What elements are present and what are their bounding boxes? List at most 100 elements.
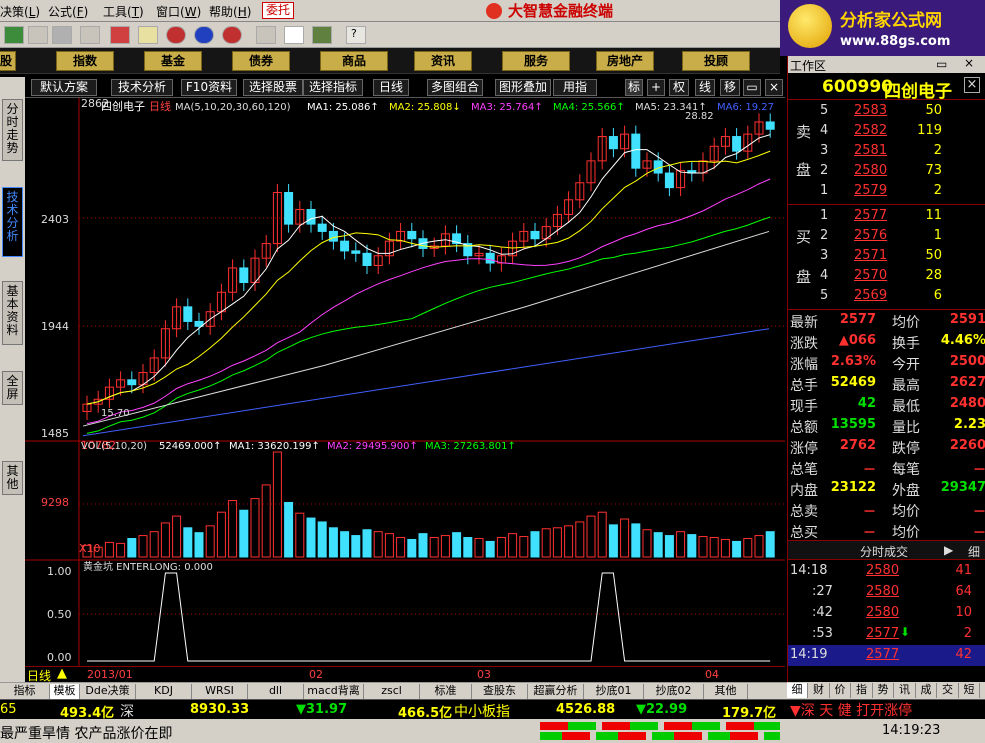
crosshair-icon[interactable]: + (647, 79, 665, 96)
ask-row[interactable]: 5 2583 50 (788, 103, 985, 123)
right-tab[interactable]: 讯 (895, 683, 916, 698)
tab-select-stock[interactable]: 选择股票 (243, 79, 303, 96)
right-tab[interactable]: 细 (787, 683, 808, 698)
close-chart-icon[interactable]: × (765, 79, 783, 96)
menu-window[interactable]: 窗口(W) (156, 3, 201, 20)
nav-index[interactable]: 指数 (56, 51, 114, 71)
tab-multi-chart[interactable]: 多图组合 (427, 79, 483, 96)
stop-icon[interactable] (166, 26, 186, 44)
right-tab[interactable]: 短 (959, 683, 980, 698)
tab-mark[interactable]: 标 (625, 79, 643, 96)
right-tab[interactable]: 价 (830, 683, 851, 698)
tab-overlay[interactable]: 图形叠加 (495, 79, 551, 96)
bottom-tab[interactable]: 其他 (704, 684, 748, 699)
bottom-tab[interactable]: 模板 (50, 684, 80, 699)
bottom-tab[interactable]: zscl (364, 684, 420, 699)
nav-bond[interactable]: 债券 (232, 51, 290, 71)
bid-row[interactable]: 5 2569 6 (788, 288, 985, 308)
tick-row[interactable]: :53 2577 ⬇ 2 (788, 624, 985, 645)
flag-icon[interactable] (4, 26, 24, 44)
record-icon[interactable] (222, 26, 242, 44)
right-tab[interactable]: 成 (916, 683, 937, 698)
bottom-tab[interactable]: macd背离 (304, 684, 364, 699)
tab-daily[interactable]: 日线 (373, 79, 409, 96)
arrow-icon[interactable] (80, 26, 100, 44)
ask-row[interactable]: 1 2579 2 (788, 183, 985, 203)
tab-default-scheme[interactable]: 默认方案 (31, 79, 97, 96)
bottom-tab[interactable]: WRSI (192, 684, 248, 699)
tick-row[interactable]: :27 2580 64 (788, 582, 985, 603)
bottom-tab[interactable]: 抄底01 (584, 684, 644, 699)
bottom-tab[interactable]: 抄底02 (644, 684, 704, 699)
close-quote-icon[interactable]: × (964, 77, 980, 93)
tab-technical[interactable]: 技术分析 (2, 187, 23, 257)
tab-intraday[interactable]: 分时走势 (2, 99, 23, 161)
nav-service[interactable]: 服务 (502, 51, 570, 71)
trade-button[interactable]: 委托 (262, 2, 294, 19)
book-icon[interactable] (138, 26, 158, 44)
menu-help[interactable]: 帮助(H) (209, 3, 251, 20)
candle-body (530, 230, 540, 240)
bid-row[interactable]: 3 2571 50 (788, 248, 985, 268)
binoculars-icon[interactable] (52, 26, 72, 44)
check-icon[interactable] (110, 26, 130, 44)
tab-fullscreen[interactable]: 全屏 (2, 371, 23, 405)
stat-row: 涨跌 ▲066 换手 4.46% (788, 332, 985, 353)
nav-advisor[interactable]: 投顾 (682, 51, 750, 71)
bottom-tab[interactable]: 指标 (0, 684, 50, 699)
tick-row[interactable]: 14:19 2577 42 (788, 645, 985, 666)
tab-move[interactable]: 移 (720, 79, 740, 96)
play-icon[interactable]: ▶ (944, 543, 953, 557)
tab-indicator-use[interactable]: 用指 (553, 79, 597, 96)
bid-row[interactable]: 2 2576 1 (788, 228, 985, 248)
help-pointer-icon[interactable]: ? (346, 26, 366, 44)
library-icon[interactable] (312, 26, 332, 44)
right-tab[interactable]: 交 (938, 683, 959, 698)
tab-rights[interactable]: 权 (669, 79, 689, 96)
info-icon[interactable] (194, 26, 214, 44)
ask-row[interactable]: 4 2582 119 (788, 123, 985, 143)
nav-news[interactable]: 资讯 (414, 51, 472, 71)
tick-row[interactable]: :42 2580 10 (788, 603, 985, 624)
cards-icon[interactable] (28, 26, 48, 44)
status-change: ▼22.99 (636, 702, 688, 717)
menu-decision[interactable]: 决策(L) (0, 3, 40, 20)
bid-row[interactable]: 4 2570 28 (788, 268, 985, 288)
tab-line[interactable]: 线 (695, 79, 715, 96)
tab-other[interactable]: 其他 (2, 461, 23, 495)
table-icon[interactable] (284, 26, 304, 44)
tab-fundamentals[interactable]: 基本资料 (2, 281, 23, 345)
price: 2571 (854, 248, 888, 263)
tab-tech-analysis[interactable]: 技术分析 (111, 79, 173, 96)
news-headline[interactable]: 最严重旱情 农产品涨价在即 (0, 723, 172, 743)
kline-chart[interactable]: 2862 2403 1944 1485 四创电子 日线 MA(5,10,20,3… (25, 98, 785, 666)
tab-select-indicator[interactable]: 选择指标 (303, 79, 363, 96)
tab-f10[interactable]: F10资料 (181, 79, 237, 96)
close-icon[interactable]: × (964, 56, 974, 70)
right-tab[interactable]: 指 (852, 683, 873, 698)
bottom-tab[interactable]: 超赢分析 (528, 684, 584, 699)
bottom-tab[interactable]: Dde决策 (80, 684, 136, 699)
restore-icon[interactable]: ▭ (743, 79, 761, 96)
level: 4 (820, 123, 829, 138)
right-tab[interactable]: 势 (873, 683, 894, 698)
nav-realestate[interactable]: 房地产 (596, 51, 654, 71)
print-icon[interactable] (256, 26, 276, 44)
bottom-tab[interactable]: 标准 (420, 684, 472, 699)
minimize-icon[interactable]: ▭ (936, 57, 947, 71)
bottom-tab[interactable]: KDJ (136, 684, 192, 699)
ask-row[interactable]: 2 2580 73 (788, 163, 985, 183)
bottom-tab[interactable]: 查股东 (472, 684, 528, 699)
nav-stock[interactable]: 股 (0, 51, 16, 71)
bid-row[interactable]: 1 2577 11 (788, 208, 985, 228)
nav-fund[interactable]: 基金 (144, 51, 202, 71)
menu-formula[interactable]: 公式(F) (48, 3, 88, 20)
menu-tools[interactable]: 工具(T) (103, 3, 144, 20)
ticks-detail-tab[interactable]: 细 (968, 543, 980, 560)
bottom-tab[interactable]: dll (248, 684, 304, 699)
side-tabs: 分时走势 技术分析 基本资料 全屏 其他 (0, 77, 25, 683)
right-tab[interactable]: 财 (809, 683, 830, 698)
tick-row[interactable]: 14:18 2580 41 (788, 561, 985, 582)
nav-commodity[interactable]: 商品 (320, 51, 388, 71)
ask-row[interactable]: 3 2581 2 (788, 143, 985, 163)
